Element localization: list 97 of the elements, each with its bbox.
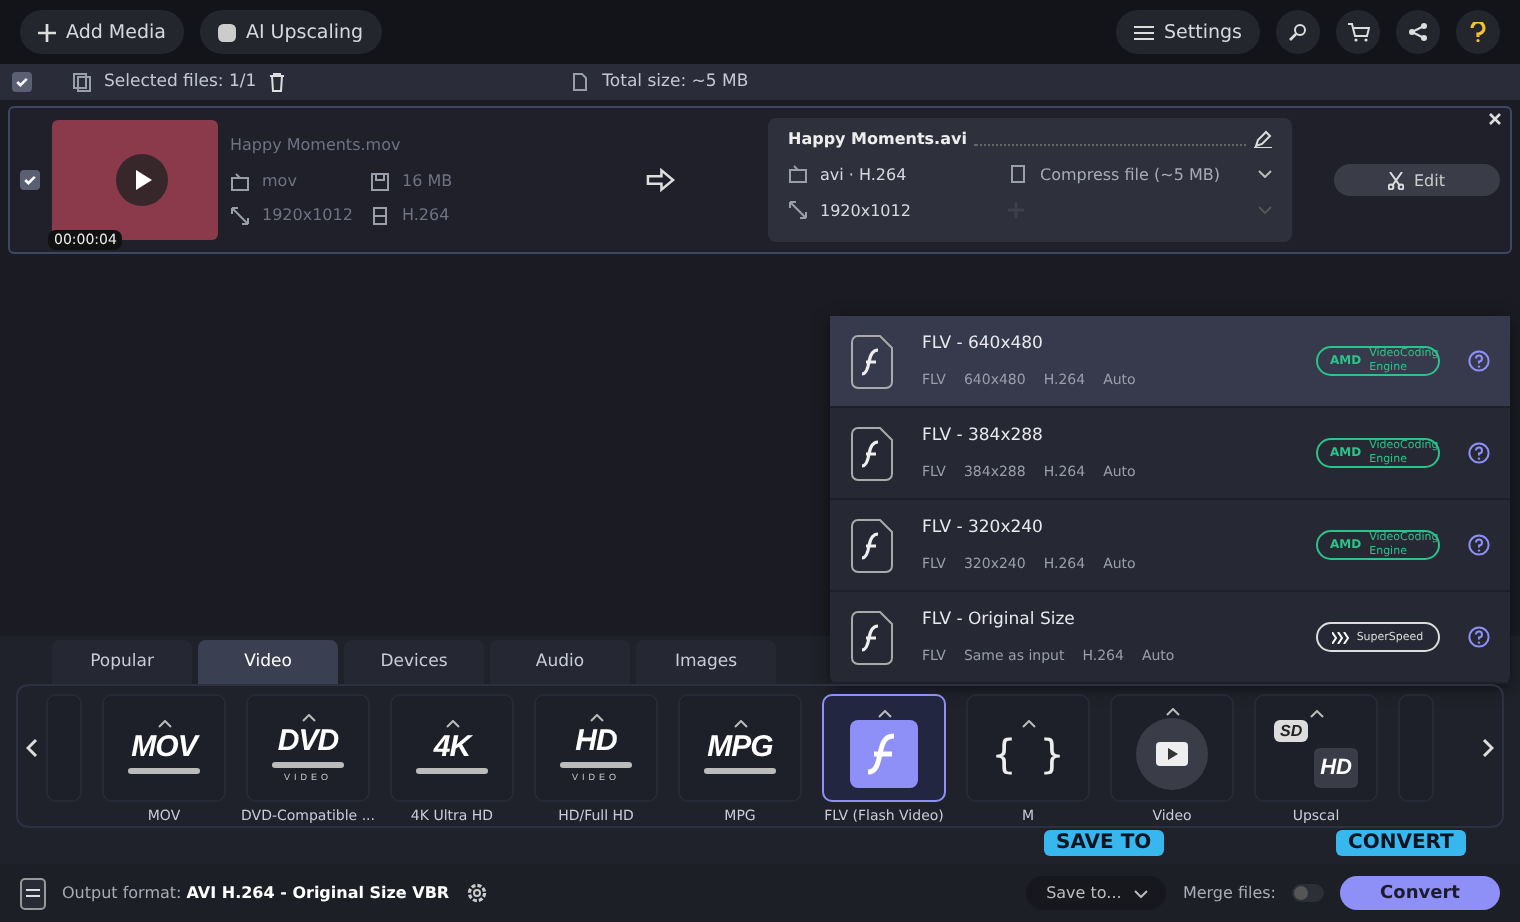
cart-icon <box>1347 22 1369 42</box>
caret-up-icon <box>157 720 171 728</box>
caret-up-icon <box>445 720 459 728</box>
share-icon <box>1408 22 1428 42</box>
caret-up-icon <box>1309 709 1323 717</box>
category-tab[interactable]: Images <box>636 640 776 684</box>
compress-dropdown[interactable]: Compress file (~5 MB) <box>1008 164 1272 184</box>
selected-files-text: Selected files: 1/1 <box>104 72 257 92</box>
caret-up-icon <box>1021 719 1035 727</box>
preset-title: FLV - Original Size <box>922 610 1077 630</box>
play-button-icon[interactable] <box>116 154 168 206</box>
save-to-dropdown[interactable]: Save to... <box>1026 876 1167 910</box>
settings-button[interactable]: Settings <box>1116 10 1260 54</box>
source-codec: H.264 <box>402 206 450 224</box>
format-logo: MPG <box>707 730 773 764</box>
category-tab[interactable]: Audio <box>490 640 630 684</box>
category-tab[interactable]: Video <box>198 640 338 684</box>
search-icon <box>1288 22 1308 42</box>
resize-icon <box>788 200 808 220</box>
film-icon <box>370 205 390 225</box>
play-icon <box>1136 717 1208 789</box>
flash-file-icon <box>850 517 894 573</box>
output-resolution: 1920x1012 <box>820 201 911 219</box>
settings-icon[interactable] <box>465 882 488 904</box>
output-format: avi · H.264 <box>820 165 907 183</box>
help-icon[interactable] <box>1468 442 1490 464</box>
chevron-right-icon <box>1482 738 1494 758</box>
convert-callout: CONVERT <box>1336 830 1466 856</box>
save-to-callout: SAVE TO <box>1044 830 1164 856</box>
flash-file-icon <box>850 333 894 389</box>
caret-up-icon <box>733 720 747 728</box>
pencil-icon[interactable] <box>1253 130 1272 148</box>
category-tab[interactable]: Popular <box>52 640 192 684</box>
checkbox[interactable] <box>12 72 32 92</box>
caret-icon <box>1257 206 1272 214</box>
help-icon[interactable] <box>1468 534 1490 556</box>
sd-logo: SD <box>1274 719 1309 741</box>
source-format: mov <box>262 172 297 190</box>
cart-button[interactable] <box>1336 10 1380 54</box>
help-icon[interactable] <box>1468 626 1490 648</box>
caret-up-icon <box>1165 707 1179 715</box>
trash-icon[interactable] <box>268 72 287 92</box>
format-tile[interactable]: 4K <box>390 694 514 802</box>
preset-title: FLV - 320x240 <box>922 518 1045 538</box>
video-format-icon <box>230 171 250 191</box>
resize-icon <box>230 205 250 225</box>
plus-icon <box>38 23 56 41</box>
source-size: 16 MB <box>402 172 453 190</box>
merge-files-label: Merge files: <box>1182 884 1276 902</box>
hd-logo: HD <box>1314 747 1358 787</box>
scissors-icon <box>1388 171 1404 189</box>
format-logo: MOV <box>131 730 197 764</box>
format-logo: HD <box>575 724 617 758</box>
edit-button[interactable]: Edit <box>1333 164 1500 196</box>
flash-icon <box>850 719 918 787</box>
format-tile[interactable]: { } <box>966 694 1090 802</box>
question-mark-icon <box>1470 22 1486 42</box>
caret-up-icon <box>877 709 891 717</box>
source-file-name: Happy Moments.mov <box>230 135 403 153</box>
chevron-left-icon <box>26 738 38 758</box>
format-tile[interactable] <box>822 694 946 802</box>
compress-icon <box>1008 164 1028 184</box>
video-format-icon <box>788 164 808 184</box>
format-tile[interactable] <box>1110 694 1234 802</box>
caret-icon <box>1257 170 1272 178</box>
output-file-name: Happy Moments.avi <box>788 130 967 148</box>
merge-toggle[interactable] <box>1292 884 1324 902</box>
caret-icon <box>1133 889 1148 897</box>
file-icon <box>570 72 591 92</box>
caret-up-icon <box>589 714 603 722</box>
avi-file-icon <box>20 877 46 909</box>
format-logo: DVD <box>277 724 339 758</box>
files-icon <box>72 72 92 92</box>
ai-upscaling-button[interactable]: AI Upscaling <box>199 10 382 54</box>
total-size-text: Total size: ~5 MB <box>602 72 749 92</box>
search-button[interactable] <box>1276 10 1320 54</box>
format-logo: 4K <box>433 730 471 764</box>
add-media-button[interactable]: Add Media <box>20 10 184 54</box>
help-icon[interactable] <box>1468 350 1490 372</box>
format-tile[interactable]: MOV <box>102 694 226 802</box>
share-button[interactable] <box>1396 10 1440 54</box>
checkbox[interactable] <box>20 170 40 190</box>
help-button[interactable] <box>1456 10 1500 54</box>
flash-file-icon <box>850 609 894 665</box>
braces-logo: { } <box>991 729 1065 777</box>
preset-title: FLV - 384x288 <box>922 426 1045 446</box>
category-tab[interactable]: Devices <box>344 640 484 684</box>
close-icon <box>1488 112 1502 126</box>
output-format-text: Output format: AVI H.264 - Original Size VBR <box>62 884 450 902</box>
convert-button[interactable]: Convert <box>1340 876 1500 910</box>
source-resolution: 1920x1012 <box>262 206 353 224</box>
convert-arrow-icon <box>645 168 676 192</box>
flash-file-icon <box>850 425 894 481</box>
preset-title: FLV - 640x480 <box>922 334 1045 354</box>
caret-up-icon <box>301 714 315 722</box>
format-tile[interactable]: MPG <box>678 694 802 802</box>
format-tile[interactable]: SD HD <box>1254 694 1378 802</box>
